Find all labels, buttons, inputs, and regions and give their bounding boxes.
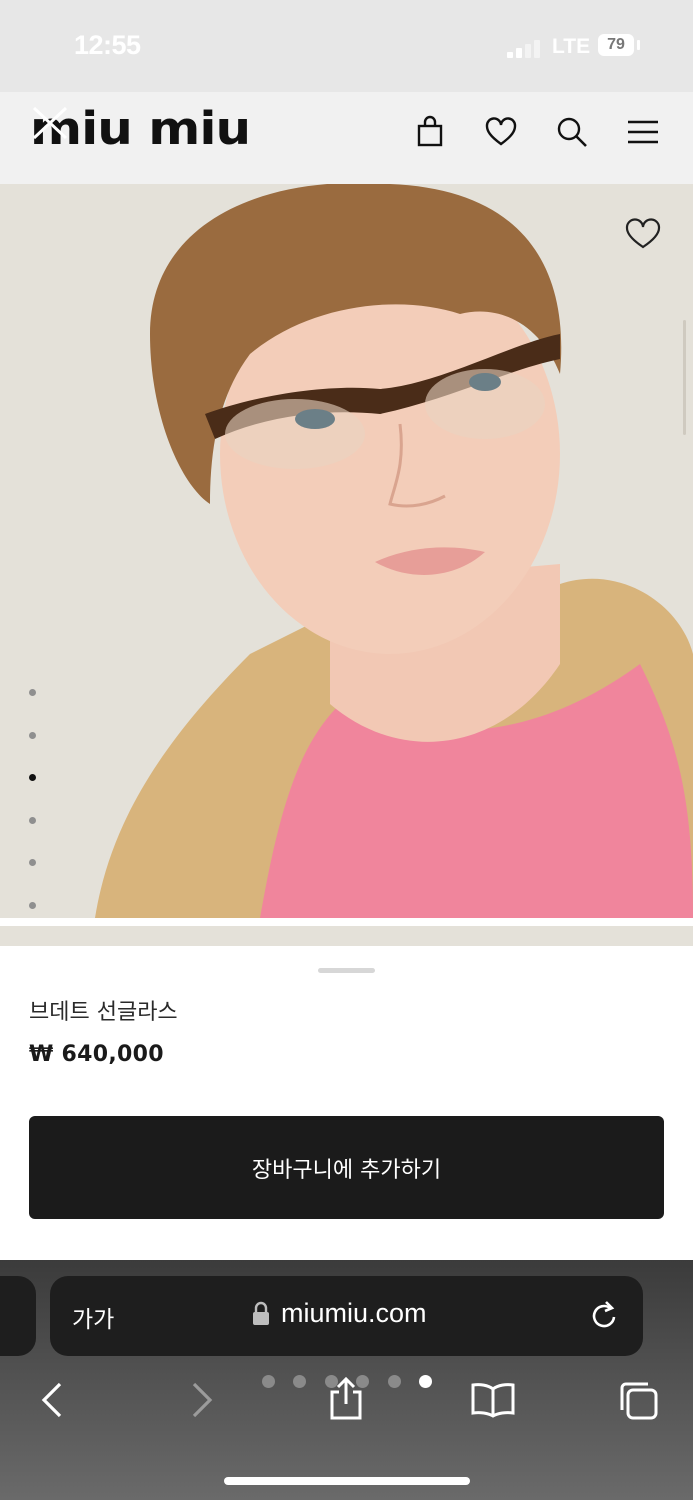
product-name: 브데트 선글라스 [29, 1000, 178, 1025]
battery-cap [637, 40, 640, 50]
tab-page-dot[interactable] [293, 1375, 306, 1388]
tab-page-dot[interactable] [262, 1375, 275, 1388]
tab-page-dot[interactable] [388, 1375, 401, 1388]
back-chevron-icon[interactable] [38, 1380, 66, 1420]
hero-divider [0, 918, 693, 926]
carousel-dot-active[interactable] [29, 774, 36, 781]
bookmarks-icon[interactable] [470, 1382, 516, 1418]
home-indicator[interactable] [224, 1477, 470, 1485]
share-icon[interactable] [327, 1376, 365, 1422]
scrollbar-thumb[interactable] [683, 320, 686, 435]
carousel-dot[interactable] [29, 689, 36, 696]
carousel-dot[interactable] [29, 732, 36, 739]
search-icon[interactable] [555, 115, 589, 149]
menu-icon[interactable] [626, 115, 660, 149]
carousel-dot[interactable] [29, 902, 36, 909]
url-text[interactable]: miumiu.com [281, 1298, 427, 1329]
text-size-button[interactable]: 가가 [72, 1300, 114, 1334]
lock-icon [253, 1301, 269, 1325]
next-image-peek [0, 926, 693, 946]
close-overlay-icon[interactable] [30, 104, 70, 142]
tabs-icon[interactable] [618, 1380, 660, 1422]
add-to-cart-button[interactable]: 장바구니에 추가하기 [29, 1116, 664, 1219]
wishlist-heart-icon[interactable] [484, 115, 518, 149]
reload-icon[interactable] [588, 1299, 620, 1333]
carousel-dot[interactable] [29, 859, 36, 866]
previous-tab-preview[interactable] [0, 1276, 36, 1356]
signal-strength-icon [507, 38, 543, 58]
tab-page-dot-active[interactable] [419, 1375, 432, 1388]
network-type: LTE [552, 35, 591, 58]
status-time: 12:55 [74, 30, 141, 60]
model-illustration [95, 184, 693, 918]
forward-chevron-icon[interactable] [188, 1380, 216, 1420]
sheet-drag-handle[interactable] [318, 968, 375, 973]
shopping-bag-icon[interactable] [413, 115, 447, 149]
battery-icon: 79 [598, 34, 634, 56]
favorite-heart-icon[interactable] [624, 216, 662, 252]
product-hero-image[interactable] [0, 184, 693, 918]
battery-level: 79 [607, 36, 625, 53]
product-price: ₩ 640,000 [29, 1042, 164, 1067]
carousel-dot[interactable] [29, 817, 36, 824]
